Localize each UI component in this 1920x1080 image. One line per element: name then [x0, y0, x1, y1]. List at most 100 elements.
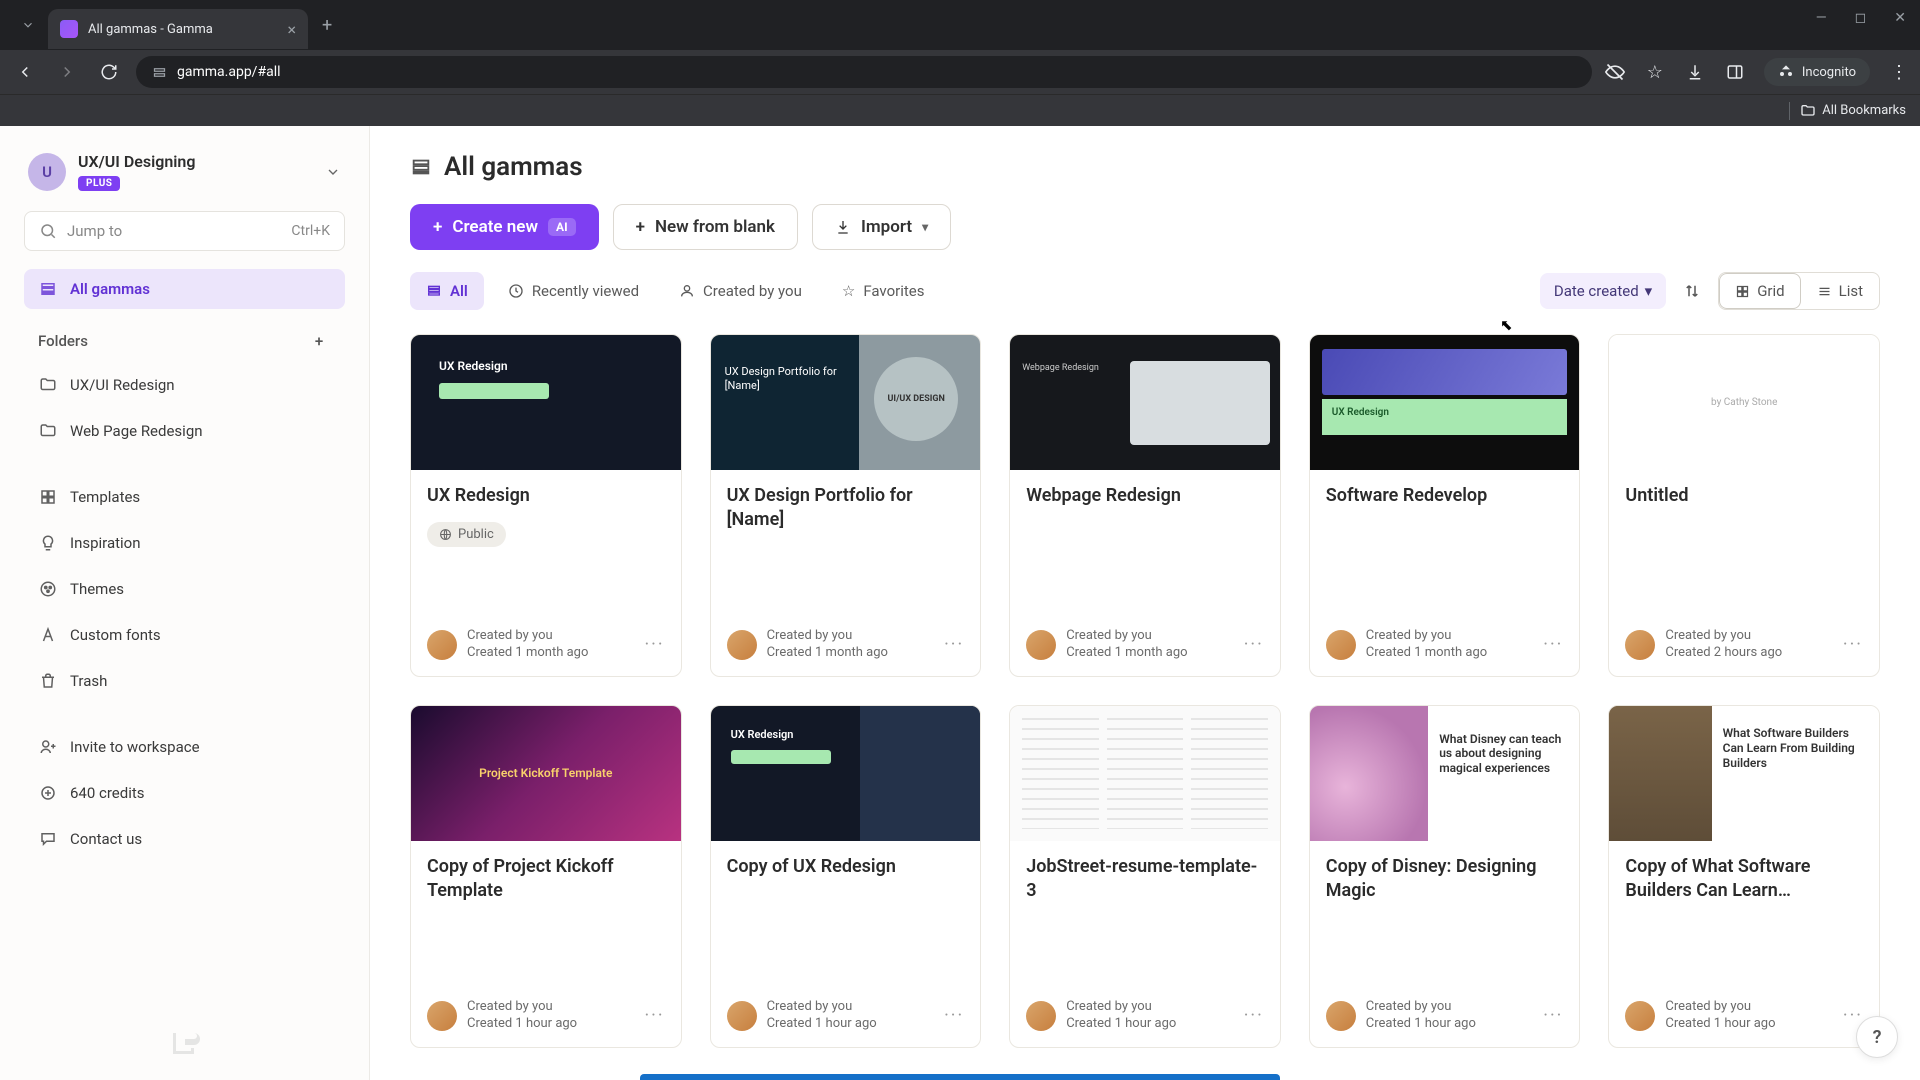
address-bar[interactable]: gamma.app/#all — [136, 56, 1592, 88]
folder-icon — [38, 376, 58, 394]
filter-tab-by-you[interactable]: Created by you — [663, 272, 818, 310]
gamma-card[interactable]: by Cathy StoneUntitledCreated by youCrea… — [1608, 334, 1880, 677]
gamma-card[interactable]: JobStreet-resume-template-3Created by yo… — [1009, 705, 1281, 1048]
card-footer: Created by youCreated 1 month ago··· — [1010, 628, 1280, 676]
sort-direction-button[interactable] — [1674, 273, 1710, 309]
gamma-card[interactable]: UX RedesignUX RedesignPublicCreated by y… — [410, 334, 682, 677]
back-button[interactable] — [10, 57, 40, 87]
chat-icon — [38, 830, 58, 848]
sort-dropdown[interactable]: Date created ▾ — [1540, 273, 1666, 309]
meta-time: Created 1 hour ago — [1066, 1016, 1234, 1033]
sidebar-item-credits[interactable]: 640 credits — [24, 773, 345, 813]
forward-button[interactable] — [52, 57, 82, 87]
sidebar-item-contact[interactable]: Contact us — [24, 819, 345, 859]
card-thumbnail — [1010, 706, 1280, 841]
browser-toolbar: gamma.app/#all ☆ Incognito ⋮ — [0, 50, 1920, 94]
view-list-button[interactable]: List — [1801, 273, 1879, 309]
sidebar-folder-ux-ui[interactable]: UX/UI Redesign — [24, 365, 345, 405]
tab-search-button[interactable] — [8, 7, 48, 43]
card-more-button[interactable]: ··· — [644, 1005, 664, 1026]
tracking-icon[interactable] — [1604, 61, 1626, 83]
meta-time: Created 1 month ago — [1366, 645, 1533, 662]
sidebar-item-invite[interactable]: Invite to workspace — [24, 727, 345, 767]
workspace-switcher[interactable]: U UX/UI Designing PLUS — [24, 148, 345, 205]
card-more-button[interactable]: ··· — [644, 634, 664, 655]
browser-tab[interactable]: All gammas - Gamma × — [48, 9, 308, 49]
downloads-icon[interactable] — [1684, 61, 1706, 83]
bookmark-star-icon[interactable]: ☆ — [1644, 61, 1666, 83]
user-icon — [679, 283, 695, 299]
thumb-text: by Cathy Stone — [1711, 397, 1777, 408]
create-new-button[interactable]: + Create new AI — [410, 204, 599, 250]
filter-tab-favorites[interactable]: ☆ Favorites — [826, 272, 941, 310]
import-button[interactable]: Import ▾ — [812, 204, 951, 250]
sidebar-item-all-gammas[interactable]: All gammas — [24, 269, 345, 309]
new-tab-button[interactable]: + — [308, 15, 346, 36]
sidebar-item-trash[interactable]: Trash — [24, 661, 345, 701]
gamma-logo-icon — [167, 1024, 203, 1060]
gamma-card[interactable]: UX RedesignCopy of UX RedesignCreated by… — [710, 705, 982, 1048]
chrome-menu-button[interactable]: ⋮ — [1888, 61, 1910, 83]
card-title: UX Design Portfolio for [Name] — [727, 484, 965, 533]
grid-icon — [1735, 284, 1750, 299]
filter-tab-recent[interactable]: Recently viewed — [492, 272, 655, 310]
filter-tab-all[interactable]: All — [410, 272, 484, 310]
jump-to-search[interactable]: Jump to Ctrl+K — [24, 211, 345, 251]
card-more-button[interactable]: ··· — [1244, 634, 1264, 655]
card-more-button[interactable]: ··· — [1543, 1005, 1563, 1026]
url-text: gamma.app/#all — [177, 64, 281, 80]
gamma-card[interactable]: Webpage RedesignWebpage RedesignCreated … — [1009, 334, 1281, 677]
sidebar-item-custom-fonts[interactable]: Custom fonts — [24, 615, 345, 655]
thumb-image — [1310, 706, 1429, 841]
card-title: Copy of UX Redesign — [727, 855, 965, 879]
card-title: Copy of Project Kickoff Template — [427, 855, 665, 904]
card-more-button[interactable]: ··· — [1843, 634, 1863, 655]
window-maximize-button[interactable]: ◻ — [1855, 10, 1867, 26]
new-blank-button[interactable]: + New from blank — [613, 204, 798, 250]
card-more-button[interactable]: ··· — [1244, 1005, 1264, 1026]
gamma-card[interactable]: What Disney can teach us about designing… — [1309, 705, 1581, 1048]
meta-author: Created by you — [1665, 999, 1833, 1016]
sidebar-item-inspiration[interactable]: Inspiration — [24, 523, 345, 563]
folders-label: Folders — [38, 332, 88, 350]
card-footer: Created by youCreated 1 hour ago··· — [1010, 999, 1280, 1047]
card-more-button[interactable]: ··· — [1543, 634, 1563, 655]
incognito-label: Incognito — [1802, 65, 1856, 80]
card-meta: Created by youCreated 1 month ago — [1366, 628, 1533, 662]
card-more-button[interactable]: ··· — [944, 634, 964, 655]
gamma-card[interactable]: UX RedesignSoftware RedevelopCreated by … — [1309, 334, 1581, 677]
reload-button[interactable] — [94, 57, 124, 87]
sidebar-item-templates[interactable]: Templates — [24, 477, 345, 517]
help-button[interactable]: ? — [1856, 1016, 1898, 1058]
meta-time: Created 1 hour ago — [767, 1016, 934, 1033]
view-grid-button[interactable]: Grid — [1719, 273, 1800, 309]
gamma-card[interactable]: Project Kickoff Template Copy of Project … — [410, 705, 682, 1048]
page-header: All gammas — [410, 152, 1880, 182]
add-folder-button[interactable]: + — [307, 329, 331, 353]
card-more-button[interactable]: ··· — [944, 1005, 964, 1026]
gamma-card[interactable]: What Software Builders Can Learn From Bu… — [1608, 705, 1880, 1048]
side-panel-icon[interactable] — [1724, 61, 1746, 83]
card-body: Untitled — [1609, 470, 1879, 628]
themes-icon — [38, 580, 58, 598]
thumb-side — [860, 706, 980, 841]
all-bookmarks-button[interactable]: All Bookmarks — [1800, 103, 1906, 119]
card-thumbnail: UX Redesign — [1310, 335, 1580, 470]
thumb-text: UX Redesign — [439, 359, 508, 373]
thumb-text: What Software Builders Can Learn From Bu… — [1723, 726, 1869, 771]
incognito-indicator[interactable]: Incognito — [1764, 58, 1870, 86]
window-minimize-button[interactable]: — — [1816, 10, 1827, 26]
meta-time: Created 1 month ago — [767, 645, 934, 662]
card-thumbnail: Project Kickoff Template — [411, 706, 681, 841]
clock-icon — [508, 283, 524, 299]
sidebar-folder-web-page[interactable]: Web Page Redesign — [24, 411, 345, 451]
gamma-card[interactable]: UX Design Portfolio for [Name]UI/UX DESI… — [710, 334, 982, 677]
sidebar-item-label: Contact us — [70, 830, 142, 848]
author-avatar — [727, 1001, 757, 1031]
window-close-button[interactable]: ✕ — [1894, 10, 1906, 26]
sidebar-item-label: Trash — [70, 672, 107, 690]
tab-close-button[interactable]: × — [287, 20, 296, 39]
sidebar-item-label: Inspiration — [70, 534, 141, 552]
tab-label: Favorites — [863, 282, 924, 300]
sidebar-item-themes[interactable]: Themes — [24, 569, 345, 609]
